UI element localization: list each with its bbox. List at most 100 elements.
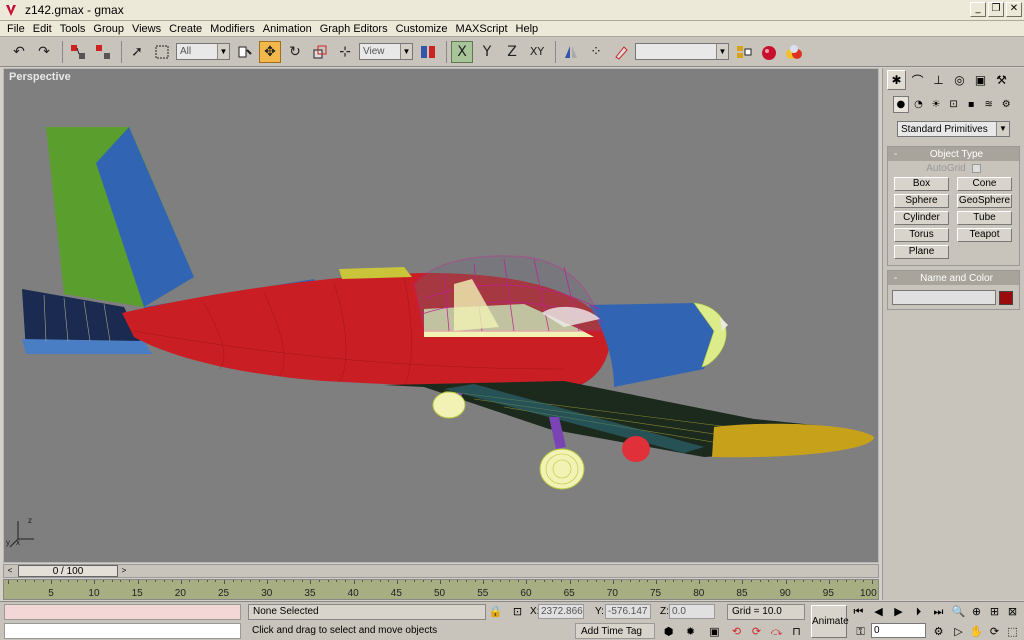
object-type-header[interactable]: - Object Type (888, 147, 1019, 161)
name-and-color-header[interactable]: - Name and Color (888, 271, 1019, 285)
key-mode-icon[interactable]: ⊓ (789, 624, 804, 639)
absolute-mode-icon[interactable]: ⊡ (510, 604, 525, 619)
undo-icon[interactable]: ↶ (8, 41, 30, 63)
menu-create[interactable]: Create (165, 23, 206, 35)
scale-icon[interactable] (309, 41, 331, 63)
mirror-icon[interactable] (560, 41, 582, 63)
zoom-all-icon[interactable]: ⊕ (969, 604, 984, 619)
cube-icon[interactable]: ▣ (707, 624, 722, 639)
object-color-swatch[interactable] (999, 290, 1013, 305)
chevron-left-icon[interactable]: < (4, 565, 16, 577)
create-tab-icon[interactable]: ✱ (887, 70, 906, 90)
angle-snap-icon[interactable]: ⟲ (729, 624, 744, 639)
maximize-viewport-icon[interactable]: ⬚ (1005, 624, 1020, 639)
select-arrow-icon[interactable]: ➚ (126, 41, 148, 63)
maxscript-input-field[interactable] (4, 623, 241, 639)
region-select-icon[interactable] (151, 41, 173, 63)
box-button[interactable]: Box (894, 177, 949, 191)
time-config-icon[interactable]: ⚙ (931, 624, 946, 639)
maxscript-listener-field[interactable] (4, 604, 241, 620)
cylinder-button[interactable]: Cylinder (894, 211, 949, 225)
menu-maxscript[interactable]: MAXScript (452, 23, 512, 35)
menu-help[interactable]: Help (512, 23, 543, 35)
plane-button[interactable]: Plane (894, 245, 949, 259)
rotate-icon[interactable]: ↻ (284, 41, 306, 63)
percent-snap-icon[interactable]: ⟳ (749, 624, 764, 639)
menu-file[interactable]: File (3, 23, 29, 35)
redo-icon[interactable]: ↷ (33, 41, 55, 63)
snap-toggle-icon[interactable]: ✹ (683, 624, 698, 639)
go-to-start-icon[interactable]: ⏮ (851, 604, 866, 619)
zoom-icon[interactable]: 🔍 (951, 604, 966, 619)
geometry-icon[interactable]: ● (893, 96, 909, 113)
track-bar[interactable]: 5 10 15 20 25 30 35 40 45 50 55 60 65 70 75 80 85 90 95 100 (3, 579, 879, 600)
snap-icon[interactable] (610, 41, 632, 63)
y-coordinate-field[interactable]: -576.147 (605, 604, 651, 619)
render-teapot-icon[interactable] (758, 41, 780, 63)
time-slider-thumb[interactable]: 0 / 100 (18, 565, 118, 577)
teapot-button[interactable]: Teapot (957, 228, 1012, 242)
unlink-icon[interactable] (92, 41, 114, 63)
axis-y-button[interactable]: Y (476, 41, 498, 63)
torus-button[interactable]: Torus (894, 228, 949, 242)
zoom-extents-all-icon[interactable]: ⊠ (1005, 604, 1020, 619)
axis-z-button[interactable]: Z (501, 41, 523, 63)
time-slider[interactable]: < 0 / 100 > (3, 564, 879, 578)
autogrid-checkbox[interactable] (971, 163, 981, 173)
menu-tools[interactable]: Tools (56, 23, 90, 35)
viewport-label[interactable]: Perspective (9, 71, 71, 83)
lights-icon[interactable]: ☀ (928, 96, 944, 113)
field-of-view-icon[interactable]: ▷ (951, 624, 966, 639)
go-to-end-icon[interactable]: ⏭ (931, 604, 946, 619)
primitive-category-dropdown[interactable]: Standard Primitives ▼ (897, 121, 1010, 137)
previous-frame-icon[interactable]: ◀ (871, 604, 886, 619)
helpers-icon[interactable]: ▪ (963, 96, 979, 113)
layers-icon[interactable] (733, 41, 755, 63)
restore-button[interactable]: ❐ (988, 2, 1004, 17)
menu-graph-editors[interactable]: Graph Editors (316, 23, 392, 35)
menu-views[interactable]: Views (128, 23, 165, 35)
select-by-name-icon[interactable] (234, 41, 256, 63)
move-icon[interactable]: ✥ (259, 40, 281, 63)
selection-filter-dropdown[interactable]: All ▼ (176, 43, 230, 60)
reference-coordinate-dropdown[interactable]: View ▼ (359, 43, 413, 60)
space-warps-icon[interactable]: ≋ (981, 96, 997, 113)
pivot-center-icon[interactable] (417, 41, 439, 63)
isolate-icon[interactable]: ⬢ (661, 624, 676, 639)
menu-group[interactable]: Group (89, 23, 128, 35)
next-frame-icon[interactable]: ⏵ (911, 604, 926, 619)
play-icon[interactable]: ▶ (891, 604, 906, 619)
animate-button[interactable]: Animate (811, 605, 849, 638)
link-icon[interactable] (67, 41, 89, 63)
sphere-button[interactable]: Sphere (894, 194, 949, 208)
pan-icon[interactable]: ✋ (969, 624, 984, 639)
perspective-viewport[interactable]: Perspective z y x (3, 68, 879, 563)
hierarchy-tab-icon[interactable]: ⊥ (929, 70, 948, 90)
shapes-icon[interactable]: ◔ (911, 96, 927, 113)
menu-animation[interactable]: Animation (259, 23, 316, 35)
tube-button[interactable]: Tube (957, 211, 1012, 225)
minimize-button[interactable]: _ (970, 2, 986, 17)
systems-icon[interactable]: ⚙ (998, 96, 1014, 113)
menu-edit[interactable]: Edit (29, 23, 56, 35)
airplane-model[interactable] (4, 69, 879, 563)
zoom-extents-icon[interactable]: ⊞ (987, 604, 1002, 619)
cone-button[interactable]: Cone (957, 177, 1012, 191)
transform-gizmo-icon[interactable]: ⊹ (334, 41, 356, 63)
z-coordinate-field[interactable]: 0.0 (669, 604, 715, 619)
menu-modifiers[interactable]: Modifiers (206, 23, 259, 35)
close-button[interactable]: ✕ (1006, 2, 1022, 17)
spinner-snap-icon[interactable]: ⤼ (769, 624, 784, 639)
cameras-icon[interactable]: ⊡ (946, 96, 962, 113)
key-icon[interactable]: ⚿ (853, 624, 868, 639)
chevron-right-icon[interactable]: > (118, 565, 130, 577)
menu-customize[interactable]: Customize (392, 23, 452, 35)
arc-rotate-icon[interactable]: ⟳ (987, 624, 1002, 639)
axis-x-button[interactable]: X (451, 40, 473, 63)
modify-tab-icon[interactable]: ⌒ (908, 70, 927, 90)
x-coordinate-field[interactable]: 2372.866 (538, 604, 584, 619)
current-frame-field[interactable]: 0 (871, 623, 926, 638)
array-icon[interactable]: ⁘ (585, 41, 607, 63)
object-name-input[interactable] (892, 290, 996, 305)
motion-tab-icon[interactable]: ◎ (950, 70, 969, 90)
